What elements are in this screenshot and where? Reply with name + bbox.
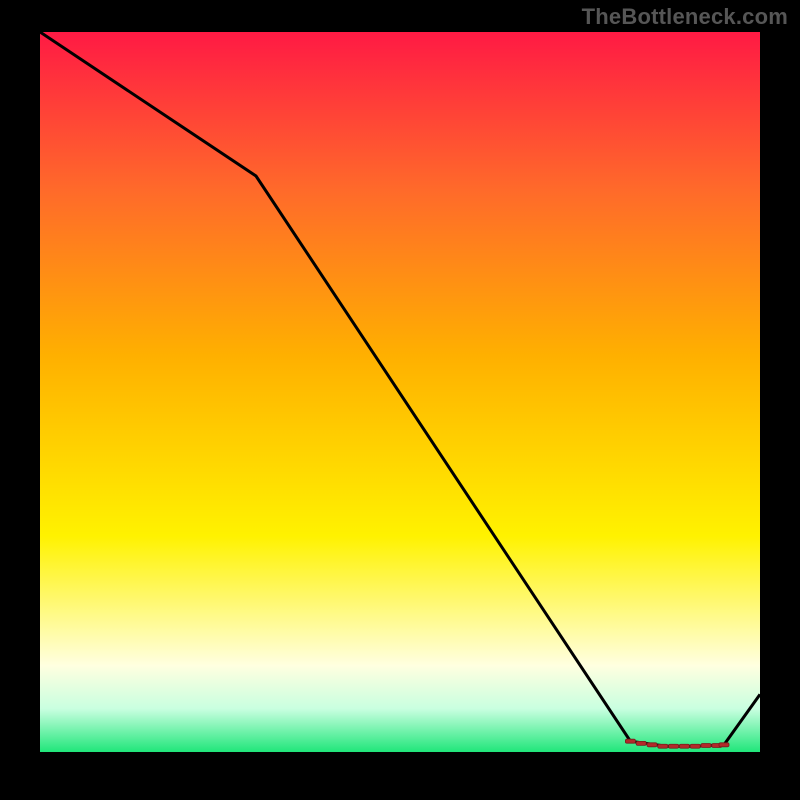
flat-marker [701, 744, 711, 748]
flat-marker [625, 739, 635, 743]
flat-marker [719, 743, 729, 747]
flat-marker [669, 744, 679, 748]
plot-svg [40, 32, 760, 752]
attribution-text: TheBottleneck.com [582, 4, 788, 30]
flat-marker [679, 744, 689, 748]
flat-marker [658, 744, 668, 748]
flat-marker [636, 741, 646, 745]
flat-marker [647, 743, 657, 747]
chart-frame: TheBottleneck.com [0, 0, 800, 800]
plot-area [40, 32, 760, 752]
flat-marker [690, 744, 700, 748]
